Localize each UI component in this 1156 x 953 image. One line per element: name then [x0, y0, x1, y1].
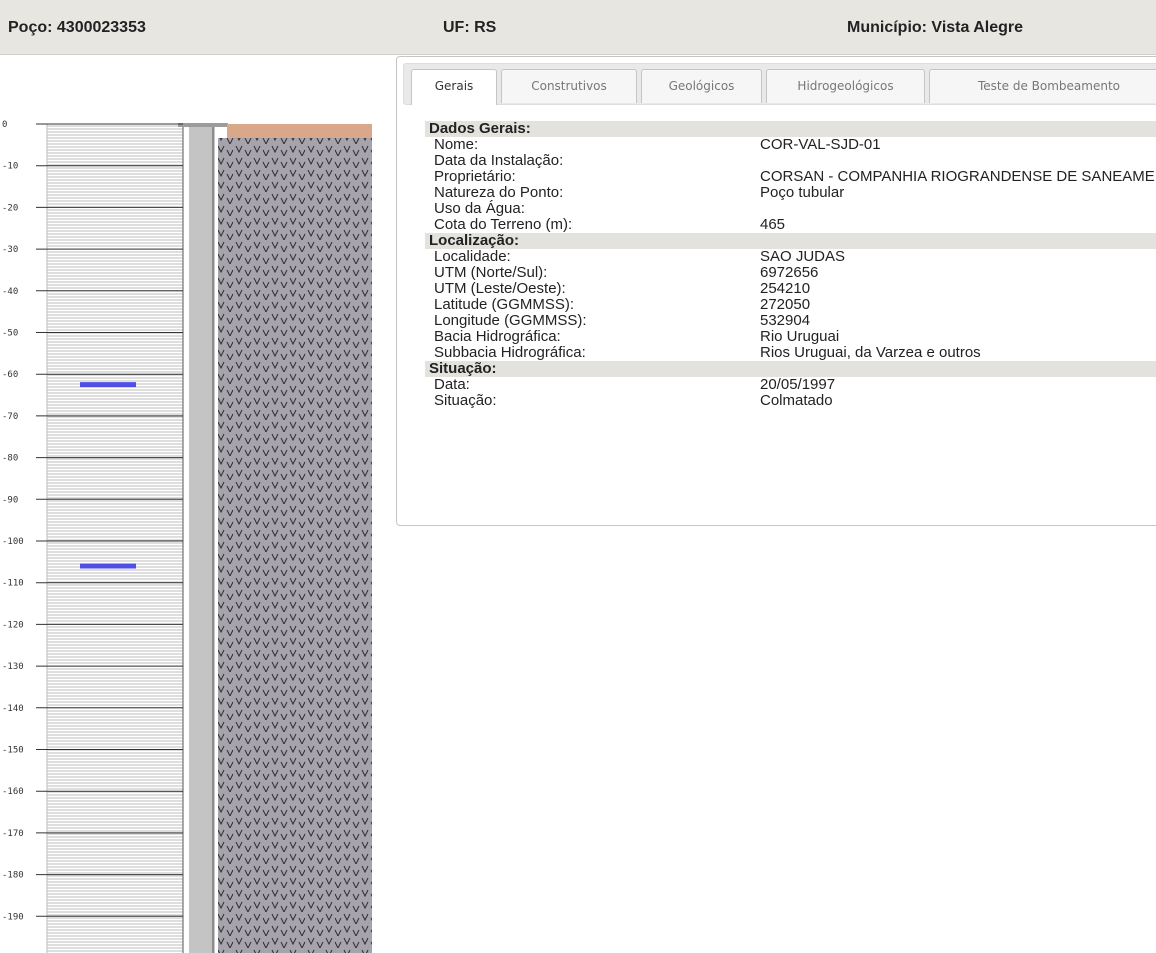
field-value: 254210 — [760, 280, 811, 297]
field-label: Natureza do Ponto: — [434, 184, 564, 201]
field-value: SAO JUDAS — [760, 248, 846, 265]
depth-tick-label: -80 — [2, 454, 18, 464]
well-profile: 0 -10 -20 -30 -40 -50 -60 -70 -80 -90 -100 -110 -120… — [2, 120, 372, 953]
depth-tick-label: -100 — [2, 537, 24, 547]
section-situacao: Situação: — [425, 361, 1156, 377]
field-value: CORSAN - COMPANHIA RIOGRANDENSE DE SANEA… — [760, 168, 1156, 185]
field-value: 20/05/1997 — [760, 376, 836, 393]
field-label: Proprietário: — [434, 168, 516, 185]
depth-tick-label: -120 — [2, 620, 24, 630]
water-level-marker — [80, 382, 136, 388]
depth-tick-label: -190 — [2, 912, 24, 922]
depth-tick-label: -130 — [2, 662, 24, 672]
table-row: Situação: Colmatado — [425, 393, 1156, 409]
tab-geologicos[interactable]: Geológicos — [641, 69, 762, 103]
table-row: Proprietário: CORSAN - COMPANHIA RIOGRAND… — [425, 169, 1156, 185]
field-label: UTM (Leste/Oeste): — [434, 280, 566, 297]
table-row: Cota do Terreno (m): 465 — [425, 217, 1156, 233]
casing-column — [189, 124, 215, 953]
field-label: Uso da Água: — [434, 200, 525, 217]
depth-tick-label: -180 — [2, 871, 24, 881]
table-row: Uso da Água: — [425, 201, 1156, 217]
field-value: 272050 — [760, 296, 811, 313]
field-label: Subbacia Hidrográfica: — [434, 344, 586, 361]
depth-tick-label: -150 — [2, 746, 24, 756]
municipality-label: Município: Vista Alegre — [847, 19, 1024, 36]
table-row: Subbacia Hidrográfica: Rios Uruguai, da V… — [425, 345, 1156, 361]
table-row: Localidade: SAO JUDAS — [425, 249, 1156, 265]
general-data-table: Dados Gerais: Nome: COR-VAL-SJD-01 Data d… — [425, 121, 1156, 409]
field-value: 465 — [760, 216, 786, 233]
section-localizacao: Localização: — [425, 233, 1156, 249]
depth-tick-label: -20 — [2, 203, 18, 213]
field-label: Bacia Hidrográfica: — [434, 328, 561, 345]
table-row: Data da Instalação: — [425, 153, 1156, 169]
table-row: Bacia Hidrográfica: Rio Uruguai — [425, 329, 1156, 345]
state-label: UF: RS — [443, 19, 497, 36]
field-value: COR-VAL-SJD-01 — [760, 136, 881, 153]
well-header: Poço: 4300023353 UF: RS Município: Vista… — [0, 0, 1156, 55]
field-value: 532904 — [760, 312, 811, 329]
field-label: Data da Instalação: — [434, 152, 564, 169]
table-row: Nome: COR-VAL-SJD-01 — [425, 137, 1156, 153]
depth-tick-label: -70 — [2, 412, 18, 422]
table-row: UTM (Norte/Sul): 6972656 — [425, 265, 1156, 281]
field-value: Colmatado — [760, 392, 833, 409]
table-row: Latitude (GGMMSS): 272050 — [425, 297, 1156, 313]
tab-teste-bombeamento[interactable]: Teste de Bombeamento — [929, 69, 1156, 103]
soil-layer — [227, 124, 372, 138]
depth-tick-label: -10 — [2, 162, 18, 172]
field-label: Longitude (GGMMSS): — [434, 312, 587, 329]
field-label: Nome: — [434, 136, 479, 153]
casing-cap — [178, 123, 228, 127]
field-label: Localidade: — [434, 248, 511, 265]
table-row: UTM (Leste/Oeste): 254210 — [425, 281, 1156, 297]
field-label: Situação: — [434, 392, 497, 409]
field-label: Cota do Terreno (m): — [434, 216, 573, 233]
depth-tick-label: -160 — [2, 787, 24, 797]
depth-tick-label: -30 — [2, 245, 18, 255]
field-value: Rios Uruguai, da Varzea e outros — [760, 344, 981, 361]
table-row: Data: 20/05/1997 — [425, 377, 1156, 393]
depth-tick-label: 0 — [2, 120, 7, 130]
depth-tick-label: -50 — [2, 329, 18, 339]
field-label: Data: — [434, 376, 470, 393]
tab-bar: Gerais Construtivos Geológicos Hidrogeol… — [403, 63, 1156, 105]
field-value: Poço tubular — [760, 184, 845, 201]
depth-tick-label: -110 — [2, 579, 24, 589]
well-id-label: Poço: 4300023353 — [8, 19, 146, 36]
depth-tick-label: -40 — [2, 287, 18, 297]
depth-tick-label: -170 — [2, 829, 24, 839]
table-row: Natureza do Ponto: Poço tubular — [425, 185, 1156, 201]
depth-tick-label: -140 — [2, 704, 24, 714]
rock-layer — [218, 138, 372, 953]
water-level-marker — [80, 563, 136, 569]
section-dados-gerais: Dados Gerais: — [425, 121, 1156, 137]
field-label: Latitude (GGMMSS): — [434, 296, 575, 313]
depth-tick-label: -90 — [2, 495, 18, 505]
field-value: Rio Uruguai — [760, 328, 840, 345]
table-row: Longitude (GGMMSS): 532904 — [425, 313, 1156, 329]
depth-tick-label: -60 — [2, 370, 18, 380]
field-label: UTM (Norte/Sul): — [434, 264, 548, 281]
tab-hidrogeologicos[interactable]: Hidrogeológicos — [766, 69, 925, 103]
tab-construtivos[interactable]: Construtivos — [501, 69, 637, 103]
field-value: 6972656 — [760, 264, 819, 281]
tab-gerais[interactable]: Gerais — [411, 69, 497, 105]
